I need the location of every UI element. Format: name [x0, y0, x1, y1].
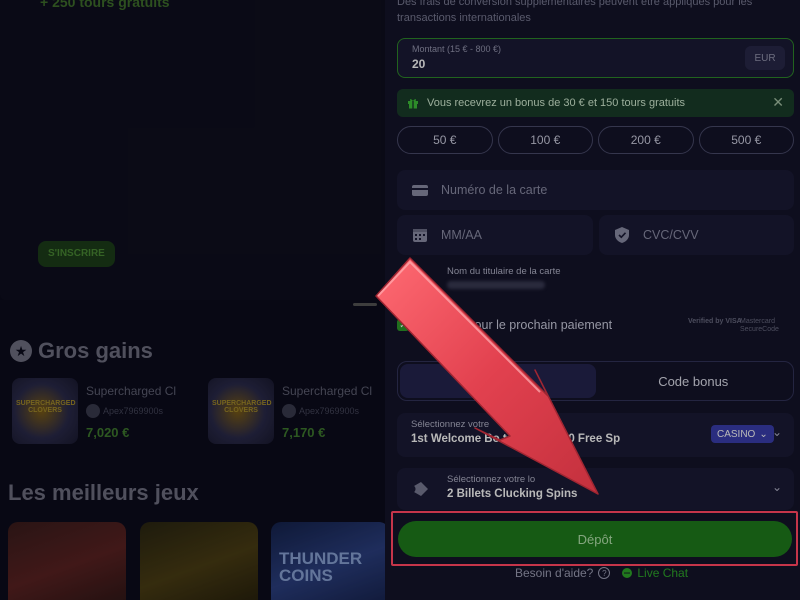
- win-username: Apex7969900s: [103, 406, 164, 416]
- close-icon[interactable]: ✕: [772, 95, 784, 109]
- cardholder-label: Nom du titulaire de la carte: [447, 266, 561, 277]
- slider-indicator[interactable]: [353, 303, 377, 306]
- chevron-down-icon: ⌄: [771, 480, 782, 494]
- tab-bonus-code[interactable]: Code bonus: [596, 364, 792, 398]
- ticket-icon: [414, 482, 428, 496]
- preset-amount-button[interactable]: 50 €: [397, 126, 493, 154]
- big-wins-title: Gros gains: [38, 338, 153, 363]
- win-amount: 7,170 €: [282, 425, 326, 440]
- user-icon: [86, 404, 100, 418]
- live-chat-label: Live Chat: [637, 566, 689, 580]
- win-user: Apex7969900s: [86, 404, 176, 418]
- help-icon: ?: [598, 567, 611, 579]
- verified-by-visa-logo: Verified by VISA: [688, 318, 742, 325]
- preset-amount-button[interactable]: 200 €: [598, 126, 694, 154]
- game-tile[interactable]: THUNDER COINS: [271, 522, 385, 600]
- lottery-select-label: Sélectionnez votre lo: [447, 474, 536, 485]
- bonus-select[interactable]: Sélectionnez votre 1st Welcome Bo to €15…: [397, 413, 794, 457]
- credit-card-icon: [412, 185, 428, 196]
- save-card-row[interactable]: ✓ er pour le prochain paiement: [397, 318, 612, 332]
- user-icon: [282, 404, 296, 418]
- casino-badge-label: CASINO: [717, 428, 756, 440]
- save-card-label: er pour le prochain paiement: [453, 318, 613, 332]
- signup-button[interactable]: S'INSCRIRE: [38, 241, 115, 267]
- bonus-select-label: Sélectionnez votre: [411, 419, 490, 430]
- card-number-field[interactable]: Numéro de la carte: [397, 170, 794, 210]
- mastercard-securecode-logo: Mastercard SecureCode: [740, 318, 779, 333]
- cvc-field[interactable]: CVC/CVV: [599, 215, 794, 255]
- cardholder-value[interactable]: [447, 281, 545, 289]
- chat-icon: [622, 568, 633, 578]
- casino-badge[interactable]: CASINO ⌄: [711, 425, 774, 443]
- win-user: Apex7969900s: [282, 404, 372, 418]
- amount-label: Montant (15 € - 800 €): [412, 44, 502, 54]
- win-card[interactable]: Supercharged Cl Apex7969900s 7,020 €: [12, 378, 202, 446]
- game-thumbnail: [208, 378, 274, 444]
- amount-field[interactable]: Montant (15 € - 800 €) 20 EUR: [397, 38, 794, 78]
- chevron-down-icon: ⌄: [759, 428, 768, 440]
- help-label: Besoin d'aide?: [515, 566, 594, 580]
- win-amount: 7,020 €: [86, 425, 130, 440]
- amount-value[interactable]: 20: [412, 57, 425, 71]
- tab-bonus-select[interactable]: [400, 364, 596, 398]
- star-icon: ★: [10, 340, 32, 362]
- gift-icon: [408, 99, 418, 109]
- best-games-title: Les meilleurs jeux: [8, 480, 199, 505]
- amount-presets: 50 € 100 € 200 € 500 €: [397, 126, 794, 154]
- deposit-highlight-box: [391, 511, 798, 566]
- bonus-banner: Vous recevrez un bonus de 30 € et 150 to…: [397, 89, 794, 117]
- chevron-down-icon: ⌄: [771, 425, 782, 439]
- card-number-placeholder: Numéro de la carte: [441, 183, 548, 197]
- preset-amount-button[interactable]: 500 €: [698, 126, 794, 154]
- win-card[interactable]: Supercharged Cl Apex7969900s 7,170 €: [208, 378, 385, 446]
- lottery-select[interactable]: Sélectionnez votre lo 2 Billets Clucking…: [397, 468, 794, 510]
- hero-line: + 250 tours gratuits: [40, 0, 170, 10]
- currency-badge: EUR: [745, 46, 785, 70]
- cvc-placeholder: CVC/CVV: [643, 228, 699, 242]
- lottery-select-value: 2 Billets Clucking Spins: [447, 488, 578, 500]
- save-card-checkbox[interactable]: ✓: [397, 319, 409, 331]
- help-row: Besoin d'aide? ? Live Chat: [515, 566, 688, 580]
- shield-icon: [615, 227, 629, 243]
- win-game-name: Supercharged Cl: [86, 384, 177, 398]
- bonus-select-value: 1st Welcome Bo to €150 + 150 Free Sp: [411, 433, 621, 445]
- bonus-text: Vous recevrez un bonus de 30 € et 150 to…: [427, 97, 686, 109]
- game-title: THUNDER COINS: [279, 549, 363, 585]
- background-page: + 250 tours gratuits S'INSCRIRE ★ Gros g…: [0, 0, 385, 600]
- win-game-name: Supercharged Cl: [282, 384, 373, 398]
- conversion-note: Des frais de conversion supplémentaires …: [397, 0, 753, 24]
- bonus-tabs: Code bonus: [397, 361, 794, 401]
- expiry-field[interactable]: MM/AA: [397, 215, 593, 255]
- expiry-placeholder: MM/AA: [441, 228, 482, 242]
- live-chat-link[interactable]: Live Chat: [621, 566, 688, 580]
- game-tile[interactable]: [8, 522, 126, 600]
- promo-hero: + 250 tours gratuits S'INSCRIRE: [0, 0, 385, 300]
- preset-amount-button[interactable]: 100 €: [497, 126, 593, 154]
- win-username: Apex7969900s: [299, 406, 360, 416]
- big-wins-heading: ★ Gros gains: [10, 338, 153, 364]
- game-tile[interactable]: [140, 522, 258, 600]
- game-thumbnail: [12, 378, 78, 444]
- calendar-icon: [413, 229, 427, 242]
